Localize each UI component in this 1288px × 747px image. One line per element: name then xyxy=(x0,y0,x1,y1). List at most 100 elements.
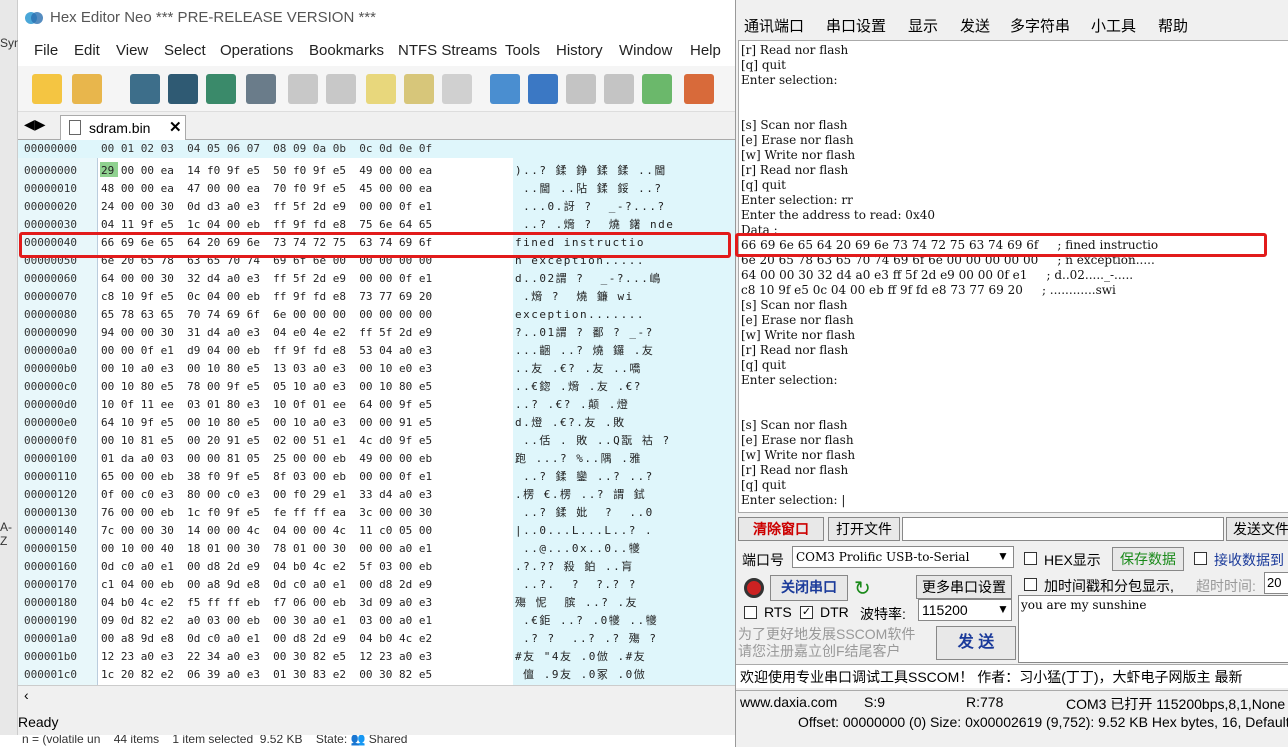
edit-icon[interactable] xyxy=(366,74,396,104)
search-icon[interactable] xyxy=(528,74,558,104)
table-row[interactable]: 000001b0 12 23 a0 e3 22 34 a0 e3 00 30 82… xyxy=(18,648,735,666)
table-row[interactable]: 00000160 0d c0 a0 e1 00 d8 2d e9 04 b0 4c… xyxy=(18,558,735,576)
clear-window-button[interactable]: 清除窗口 xyxy=(738,517,824,541)
row-hex[interactable]: 94 00 00 30 31 d4 a0 e3 04 e0 4e e2 ff 5… xyxy=(101,324,432,342)
new-file-icon[interactable] xyxy=(32,74,62,104)
row-ascii[interactable]: ..? 鍒 妣 ? ..0 xyxy=(515,504,654,522)
row-ascii[interactable]: ..?. ? ?.? ? xyxy=(515,576,637,594)
table-row[interactable]: 00000090 94 00 00 30 31 d4 a0 e3 04 e0 4e… xyxy=(18,324,735,342)
row-hex[interactable]: 00 10 81 e5 00 20 91 e5 02 00 51 e1 4c d… xyxy=(101,432,432,450)
find-next-icon[interactable] xyxy=(566,74,596,104)
table-row[interactable]: 00000150 00 10 00 40 18 01 00 30 78 01 00… xyxy=(18,540,735,558)
tab-close-icon[interactable]: ✕ xyxy=(169,118,182,136)
copy-icon[interactable] xyxy=(404,74,434,104)
menu-help[interactable]: Help xyxy=(690,42,721,59)
row-hex[interactable]: 00 10 a0 e3 00 10 80 e5 13 03 a0 e3 00 1… xyxy=(101,360,432,378)
open-file-button[interactable]: 打开文件 xyxy=(828,517,900,541)
more-port-settings-button[interactable]: 更多串口设置 xyxy=(916,575,1012,599)
send-button[interactable]: 发 送 xyxy=(936,626,1016,660)
row-ascii[interactable]: )..? 鍒 錚 鍒 鍒 ..閫 xyxy=(515,162,667,180)
row-ascii[interactable]: .?.?? 殺 鉑 ..肓 xyxy=(515,558,634,576)
row-hex[interactable]: 29 00 00 ea 14 f0 9f e5 50 f0 9f e5 49 0… xyxy=(101,162,432,180)
rts-checkbox[interactable] xyxy=(744,606,757,619)
table-row[interactable]: 00000140 7c 00 00 30 14 00 00 4c 04 00 00… xyxy=(18,522,735,540)
table-row[interactable]: 00000120 0f 00 c0 e3 80 00 c0 e3 00 f0 29… xyxy=(18,486,735,504)
table-row[interactable]: 00000190 09 0d 82 e2 a0 03 00 eb 00 30 a0… xyxy=(18,612,735,630)
row-ascii[interactable]: exception....... xyxy=(515,306,645,324)
table-row[interactable]: 00000130 76 00 00 eb 1c f0 9f e5 fe ff ff… xyxy=(18,504,735,522)
row-hex[interactable]: 65 78 63 65 70 74 69 6f 6e 00 00 00 00 0… xyxy=(101,306,432,324)
chevron-down-icon[interactable]: ▼ xyxy=(997,549,1009,563)
menu-display[interactable]: 显示 xyxy=(908,15,938,36)
row-ascii[interactable]: .€鉅 ..? .0犪 ..犪 xyxy=(515,612,658,630)
table-row[interactable]: 000000d0 10 0f 11 ee 03 01 80 e3 10 0f 01… xyxy=(18,396,735,414)
row-ascii[interactable]: ..友 .€? .友 ..嘺 xyxy=(515,360,642,378)
hex-view[interactable]: 00000000 00 01 02 03 04 05 06 07 08 09 0… xyxy=(18,140,735,685)
menu-window[interactable]: Window xyxy=(619,42,672,59)
row-ascii[interactable]: .? ? ..? .? 殤 ? xyxy=(515,630,657,648)
save-data-button[interactable]: 保存数据 xyxy=(1112,547,1184,571)
print-icon[interactable] xyxy=(246,74,276,104)
row-hex[interactable]: 76 00 00 eb 1c f0 9f e5 fe ff ff ea 3c 0… xyxy=(101,504,432,522)
send-file-button[interactable]: 发送文件 xyxy=(1226,517,1288,541)
row-hex[interactable]: 00 a8 9d e8 0d c0 a0 e1 00 d8 2d e9 04 b… xyxy=(101,630,432,648)
row-hex[interactable]: c8 10 9f e5 0c 04 00 eb ff 9f fd e8 73 7… xyxy=(101,288,432,306)
table-row[interactable]: 00000180 04 b0 4c e2 f5 ff ff eb f7 06 00… xyxy=(18,594,735,612)
table-row[interactable]: 000000b0 00 10 a0 e3 00 10 80 e5 13 03 a0… xyxy=(18,360,735,378)
table-row[interactable]: 000000e0 64 10 9f e5 00 10 80 e5 00 10 a0… xyxy=(18,414,735,432)
row-hex[interactable]: 00 10 80 e5 78 00 9f e5 05 10 a0 e3 00 1… xyxy=(101,378,432,396)
menu-port[interactable]: 通讯端口 xyxy=(744,15,804,36)
paste-icon[interactable] xyxy=(442,74,472,104)
row-ascii[interactable]: .熁 ? 燒 鐮 wi xyxy=(515,288,634,306)
menu-ntfs-streams[interactable]: NTFS Streams xyxy=(398,42,497,59)
row-ascii[interactable]: ..佸 . 敗 ..Q翫 祜 ? xyxy=(515,432,671,450)
row-ascii[interactable]: ...0.訝 ? _-?...? xyxy=(515,198,666,216)
save-as-icon[interactable] xyxy=(168,74,198,104)
timestamp-checkbox[interactable] xyxy=(1024,578,1037,591)
tab-sdram[interactable]: sdram.bin ✕ xyxy=(60,115,186,140)
row-ascii[interactable]: d..02謂 ? _-?...嶋 xyxy=(515,270,662,288)
refresh-icon[interactable]: ↻ xyxy=(854,576,871,601)
row-hex[interactable]: 64 10 9f e5 00 10 80 e5 00 10 a0 e3 00 0… xyxy=(101,414,432,432)
row-hex[interactable]: 7c 00 00 30 14 00 00 4c 04 00 00 4c 11 c… xyxy=(101,522,432,540)
row-ascii[interactable]: ..閫 ..阽 鍒 鋖 ..? xyxy=(515,180,662,198)
row-hex[interactable]: 65 00 00 eb 38 f0 9f e5 8f 03 00 eb 00 0… xyxy=(101,468,432,486)
row-hex[interactable]: 09 0d 82 e2 a0 03 00 eb 00 30 a0 e1 03 0… xyxy=(101,612,432,630)
row-ascii[interactable]: ..? .€? .颠 .燈 xyxy=(515,396,629,414)
find-prev-icon[interactable] xyxy=(604,74,634,104)
download-icon[interactable] xyxy=(642,74,672,104)
table-row[interactable]: 000000a0 00 00 0f e1 d9 04 00 eb ff 9f fd… xyxy=(18,342,735,360)
menu-tools[interactable]: 小工具 xyxy=(1091,15,1136,36)
row-hex[interactable]: 10 0f 11 ee 03 01 80 e3 10 0f 01 ee 64 0… xyxy=(101,396,432,414)
row-ascii[interactable]: .楞 €.楞 ..? 謂 鉽 xyxy=(515,486,646,504)
menu-tools[interactable]: Tools xyxy=(505,42,540,59)
row-hex[interactable]: 00 00 0f e1 d9 04 00 eb ff 9f fd e8 53 0… xyxy=(101,342,432,360)
table-row[interactable]: 00000010 48 00 00 ea 47 00 00 ea 70 f0 9f… xyxy=(18,180,735,198)
row-ascii[interactable]: 跑 ...? %..隅 .雅 xyxy=(515,450,642,468)
row-hex[interactable]: 0d c0 a0 e1 00 d8 2d e9 04 b0 4c e2 5f 0… xyxy=(101,558,432,576)
row-ascii[interactable]: ..? 鍒 鑾 ..? ..? xyxy=(515,468,654,486)
redo-icon[interactable] xyxy=(326,74,356,104)
timeout-input[interactable]: 20 xyxy=(1264,572,1288,594)
row-ascii[interactable]: ..€鍃 .熁 .友 .€? xyxy=(515,378,642,396)
row-ascii[interactable]: |..0...L...L..? . xyxy=(515,522,653,540)
menu-file[interactable]: File xyxy=(34,42,58,59)
menu-bookmarks[interactable]: Bookmarks xyxy=(309,42,384,59)
row-hex[interactable]: 01 da a0 03 00 00 81 05 25 00 00 eb 49 0… xyxy=(101,450,432,468)
port-select[interactable]: COM3 Prolific USB-to-Serial xyxy=(792,546,1014,568)
row-ascii[interactable]: ...齫 ..? 燒 鑼 .友 xyxy=(515,342,654,360)
row-hex[interactable]: 24 00 00 30 0d d3 a0 e3 ff 5f 2d e9 00 0… xyxy=(101,198,432,216)
close-port-button[interactable]: 关闭串口 xyxy=(770,575,848,601)
undo-icon[interactable] xyxy=(288,74,318,104)
row-hex[interactable]: 12 23 a0 e3 22 34 a0 e3 00 30 82 e5 12 2… xyxy=(101,648,432,666)
row-hex[interactable]: 48 00 00 ea 47 00 00 ea 70 f0 9f e5 45 0… xyxy=(101,180,432,198)
menu-history[interactable]: History xyxy=(556,42,603,59)
send-text-area[interactable]: you are my sunshine xyxy=(1018,595,1288,663)
menu-port-settings[interactable]: 串口设置 xyxy=(826,15,886,36)
menu-send[interactable]: 发送 xyxy=(960,15,990,36)
menu-edit[interactable]: Edit xyxy=(74,42,100,59)
file-path-input[interactable] xyxy=(902,517,1224,541)
menu-select[interactable]: Select xyxy=(164,42,206,59)
menu-operations[interactable]: Operations xyxy=(220,42,293,59)
table-row[interactable]: 00000110 65 00 00 eb 38 f0 9f e5 8f 03 00… xyxy=(18,468,735,486)
